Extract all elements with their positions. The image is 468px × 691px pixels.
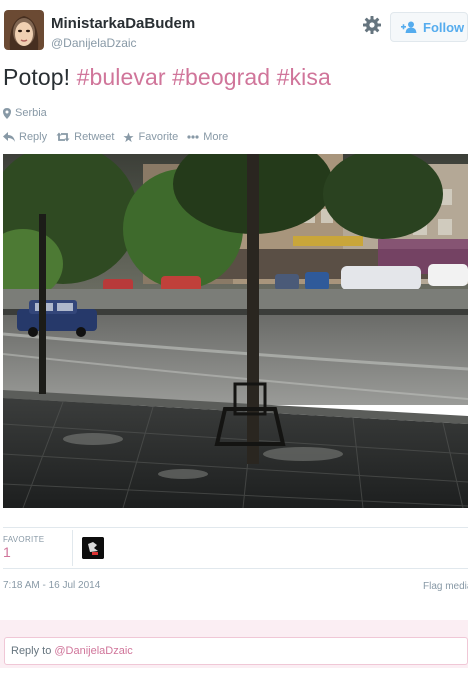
reply-label: Reply bbox=[19, 131, 48, 143]
gear-icon[interactable] bbox=[362, 15, 382, 35]
reply-icon bbox=[3, 132, 15, 142]
profile-avatar[interactable] bbox=[4, 10, 44, 50]
retweet-icon bbox=[56, 132, 70, 142]
tweet-photo[interactable] bbox=[3, 154, 468, 508]
follow-button[interactable]: Follow bbox=[390, 12, 468, 42]
more-action[interactable]: More bbox=[187, 131, 228, 143]
location-pin-icon bbox=[3, 107, 11, 119]
hashtag-link[interactable]: #bulevar bbox=[77, 64, 166, 90]
reply-mention: @DanijelaDzaic bbox=[54, 645, 133, 657]
favorite-action[interactable]: Favorite bbox=[123, 131, 178, 143]
favorites-label: FAVORITE bbox=[3, 535, 45, 544]
user-handle[interactable]: @DanijelaDzaic bbox=[51, 36, 137, 50]
location-label: Serbia bbox=[15, 107, 47, 119]
follow-label: Follow bbox=[423, 19, 465, 35]
tweet-timestamp[interactable]: 7:18 AM - 16 Jul 2014 bbox=[3, 580, 100, 591]
stats-separator bbox=[72, 530, 73, 566]
favorite-label: Favorite bbox=[138, 131, 179, 143]
hashtag-link[interactable]: #beograd bbox=[172, 64, 270, 90]
tweet-text: Potop! #bulevar #beograd #kisa bbox=[3, 64, 331, 91]
retweet-action[interactable]: Retweet bbox=[56, 131, 114, 143]
more-label: More bbox=[203, 131, 229, 143]
display-name[interactable]: MinistarkaDaBudem bbox=[51, 15, 195, 32]
tweet-location[interactable]: Serbia bbox=[3, 107, 47, 119]
favorites-count[interactable]: 1 bbox=[3, 544, 11, 560]
tweet-body: Potop! bbox=[3, 64, 71, 90]
street-rain-photo bbox=[3, 154, 468, 508]
reply-input[interactable]: Reply to @DanijelaDzaic bbox=[4, 637, 468, 665]
star-icon bbox=[123, 131, 135, 142]
more-dots-icon bbox=[187, 135, 199, 139]
hashtag-link[interactable]: #kisa bbox=[277, 64, 331, 90]
favoriter-avatar[interactable] bbox=[82, 537, 104, 559]
stats-divider-top bbox=[3, 527, 468, 528]
stats-divider-bottom bbox=[3, 568, 468, 569]
reply-prefix: Reply to bbox=[11, 645, 52, 657]
tweet-actions: Reply Retweet Favorite More bbox=[3, 131, 237, 143]
reply-action[interactable]: Reply bbox=[3, 131, 47, 143]
next-tweet-strip bbox=[0, 682, 468, 691]
add-user-icon bbox=[401, 21, 417, 33]
flag-media-link[interactable]: Flag media bbox=[423, 581, 468, 592]
retweet-label: Retweet bbox=[74, 131, 115, 143]
